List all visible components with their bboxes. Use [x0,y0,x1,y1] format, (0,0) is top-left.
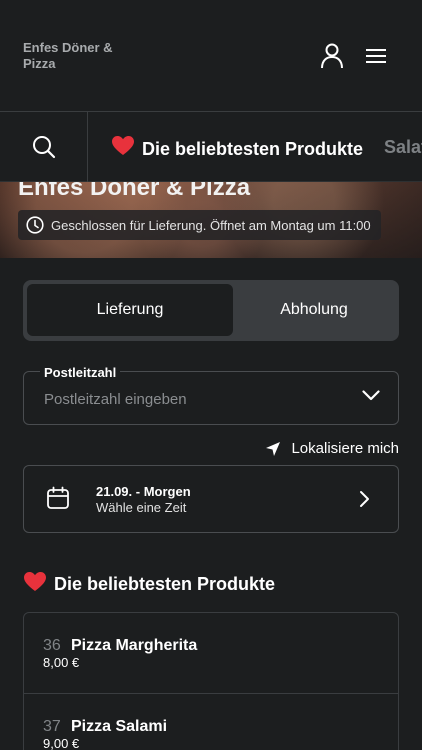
app-header: Enfes Döner & Pizza [0,0,422,112]
location-arrow-icon [266,441,281,456]
popular-section-title: Die beliebtesten Produkte [24,572,275,597]
product-name: Pizza Margherita [71,637,198,654]
heart-icon [24,572,46,597]
product-item[interactable]: 37 Pizza Salami 9,00 € [24,693,398,750]
product-number: 36 [43,637,61,654]
product-price: 9,00 € [43,736,80,750]
category-tab-popular[interactable]: Die beliebtesten Produkte [112,136,363,161]
order-type-toggle: Lieferung Abholung [23,280,399,341]
category-tab-salat[interactable]: Salat [384,136,422,158]
time-select-card[interactable]: 21.09. - Morgen Wähle eine Zeit [23,465,399,533]
product-number: 37 [43,718,61,735]
locate-me-label: Lokalisiere mich [291,440,399,457]
selected-date: 21.09. - Morgen [96,484,191,499]
time-hint: Wähle eine Zeit [96,500,187,515]
clock-icon [26,216,44,234]
category-bar: Die beliebtesten Produkte Salat [0,112,422,182]
brand-name[interactable]: Enfes Döner & Pizza [23,40,133,72]
popular-section-label: Die beliebtesten Produkte [54,574,276,594]
product-price: 8,00 € [43,655,80,670]
category-scroller[interactable]: Die beliebtesten Produkte Salat [88,112,422,182]
pickup-option[interactable]: Abholung [233,284,395,336]
locate-me-button[interactable]: Lokalisiere mich [265,440,399,457]
search-button[interactable] [0,112,88,182]
delivery-option[interactable]: Lieferung [27,284,233,336]
restaurant-title: Enfes Döner & Pizza [18,182,251,201]
chevron-right-icon [360,491,369,507]
search-icon [32,136,55,159]
postcode-input[interactable] [44,386,344,412]
product-name: Pizza Salami [71,718,168,735]
opening-status-text: Geschlossen für Lieferung. Öffnet am Mon… [51,217,371,233]
opening-status-badge: Geschlossen für Lieferung. Öffnet am Mon… [18,210,381,240]
product-list: 36 Pizza Margherita 8,00 € 37 Pizza Sala… [23,612,399,750]
calendar-icon [47,486,69,509]
category-tab-label: Die beliebtesten Produkte [142,138,364,159]
restaurant-hero-image: Enfes Döner & Pizza Geschlossen für Lief… [0,182,422,258]
postcode-field[interactable]: Postleitzahl [23,365,399,425]
product-item[interactable]: 36 Pizza Margherita 8,00 € [24,613,398,693]
heart-icon [112,136,134,161]
chevron-down-icon[interactable] [362,390,380,401]
user-icon[interactable] [318,42,346,70]
postcode-label: Postleitzahl [40,365,121,380]
hamburger-menu-icon[interactable] [362,42,390,70]
